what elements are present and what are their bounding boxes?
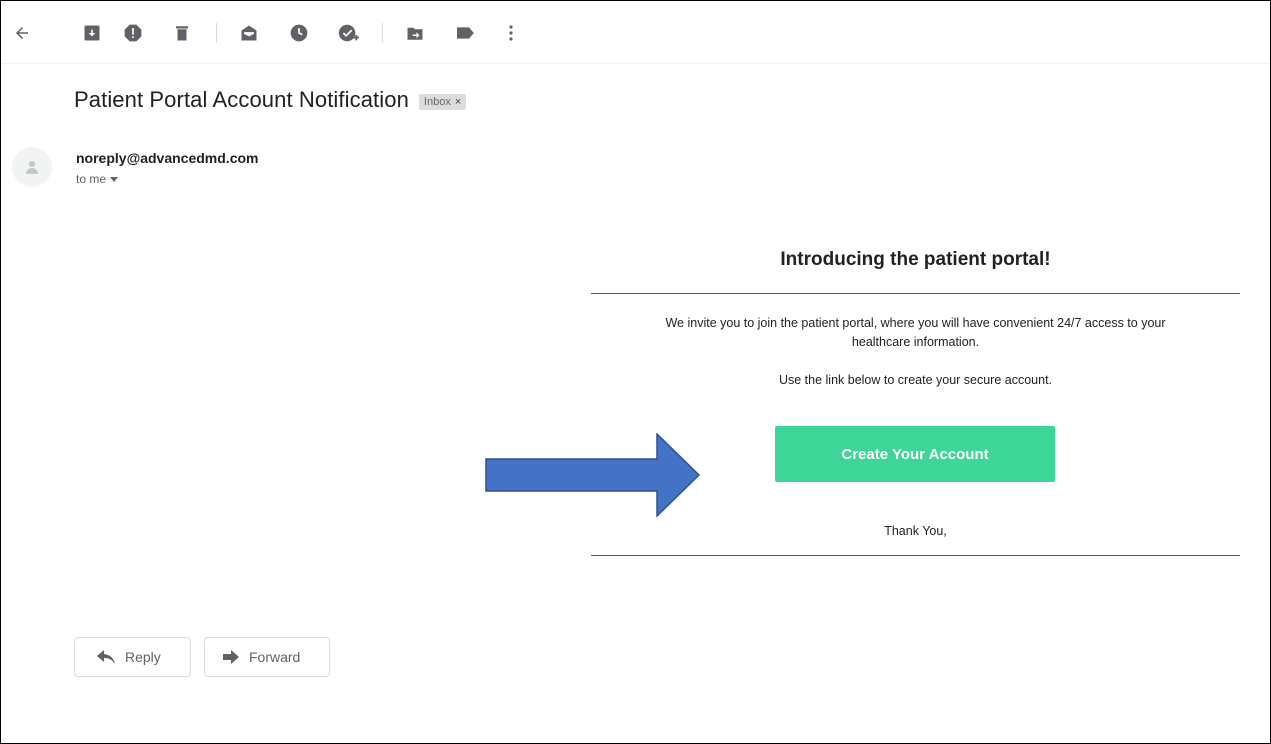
annotation-arrow-icon	[485, 433, 701, 517]
body-title: Introducing the patient portal!	[780, 249, 1051, 270]
recipient-details-toggle[interactable]: to me	[76, 172, 119, 186]
toolbar-divider	[382, 23, 383, 43]
forward-label: Forward	[249, 649, 301, 665]
snooze-icon[interactable]	[288, 22, 310, 44]
toolbar	[1, 1, 1270, 64]
label-icon[interactable]	[454, 22, 476, 44]
avatar	[12, 147, 52, 187]
subject-row: Patient Portal Account Notification Inbo…	[74, 87, 467, 113]
divider-top	[591, 293, 1240, 294]
more-vert-icon[interactable]	[500, 22, 522, 44]
forward-button[interactable]: Forward	[204, 637, 330, 677]
invite-paragraph-line-1: We invite you to join the patient portal…	[665, 316, 1166, 330]
report-spam-icon[interactable]	[122, 22, 144, 44]
email-subject: Patient Portal Account Notification	[74, 87, 409, 112]
delete-icon[interactable]	[171, 22, 193, 44]
email-window: Patient Portal Account Notification Inbo…	[0, 0, 1271, 744]
reply-button[interactable]: Reply	[74, 637, 191, 677]
forward-icon	[223, 650, 239, 664]
inbox-label-chip[interactable]: Inbox ×	[418, 93, 467, 110]
link-instructions: Use the link below to create your secure…	[778, 373, 1053, 387]
create-account-button[interactable]: Create Your Account	[775, 426, 1055, 482]
recipient-label: to me	[76, 172, 107, 186]
sender-address: noreply@advancedmd.com	[76, 150, 259, 166]
reply-label: Reply	[125, 649, 161, 665]
divider-bottom	[591, 555, 1240, 556]
invite-paragraph: We invite you to join the patient portal…	[591, 314, 1240, 352]
remove-label-icon[interactable]: ×	[455, 96, 461, 108]
mark-unread-icon[interactable]	[238, 22, 260, 44]
toolbar-divider	[216, 23, 217, 43]
default-avatar-icon	[26, 161, 38, 174]
reply-icon	[97, 650, 115, 664]
move-to-icon[interactable]	[404, 22, 426, 44]
chevron-down-icon	[110, 176, 119, 182]
invite-paragraph-line-2: healthcare information.	[851, 335, 980, 349]
signoff: Thank You,	[884, 524, 947, 538]
email-body: Introducing the patient portal! We invit…	[591, 231, 1240, 556]
back-arrow-icon[interactable]	[11, 22, 33, 44]
archive-icon[interactable]	[81, 22, 103, 44]
add-to-tasks-icon[interactable]	[337, 22, 359, 44]
inbox-label-text: Inbox	[423, 95, 451, 108]
